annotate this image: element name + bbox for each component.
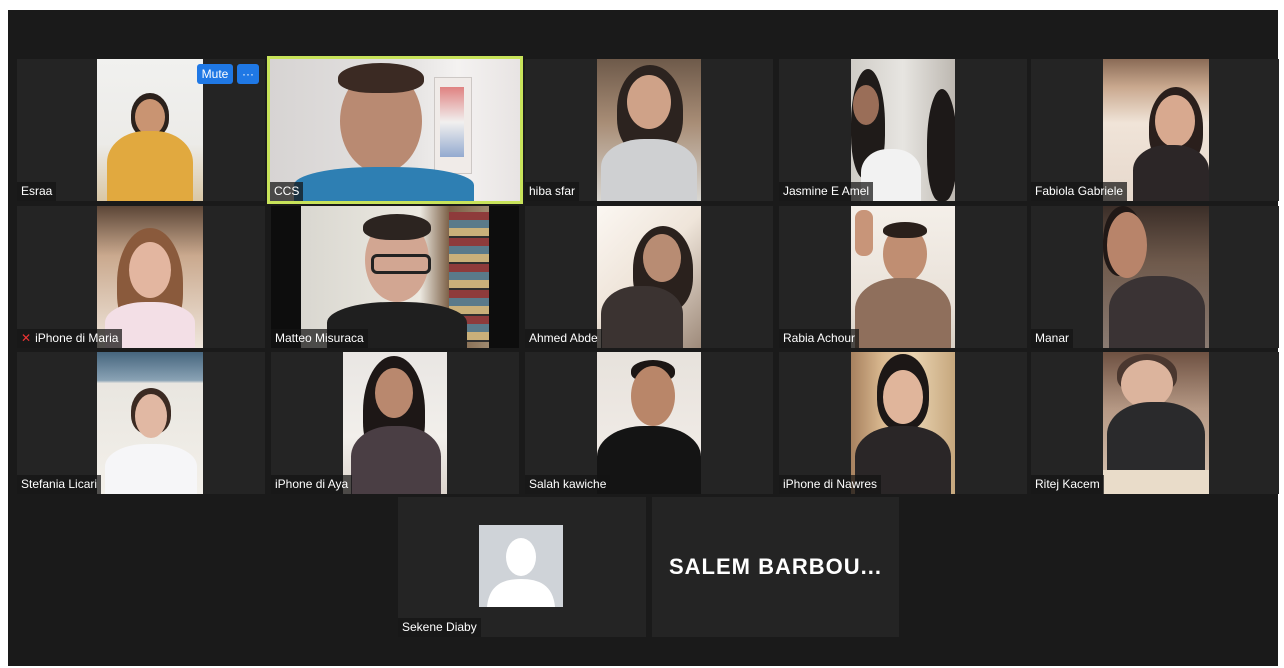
mic-muted-icon: ✕ [21,331,32,345]
participant-video [1103,206,1209,348]
video-tile-fabiola-gabriele[interactable]: Fabiola Gabriele [1031,59,1279,201]
video-tile-ritej-kacem[interactable]: Ritej Kacem [1031,352,1279,494]
participant-video [1103,59,1209,201]
participant-video [270,59,520,201]
participant-video [343,352,447,494]
person-silhouette-icon [479,525,563,607]
participant-video [851,206,955,348]
participant-name: Salah kawiche [525,475,611,494]
video-tile-matteo-misuraca[interactable]: Matteo Misuraca [271,206,519,348]
participant-name: ✕ iPhone di Maria [17,329,123,348]
participant-video [597,352,701,494]
participant-name: Sekene Diaby [398,618,481,637]
participant-video [97,59,203,201]
video-tile-sekene-diaby[interactable]: Sekene Diaby [398,497,646,637]
participant-name: CCS [270,182,304,201]
participant-name: Jasmine E Amel [779,182,874,201]
participant-video [97,206,203,348]
video-tile-manar[interactable]: Manar [1031,206,1279,348]
participant-video [597,206,701,348]
mute-button[interactable]: Mute [197,64,233,84]
participant-display-name: SALEM BARBOU... [669,554,882,579]
participant-name: Rabia Achour [779,329,860,348]
video-tile-jasmine-e-amel[interactable]: Jasmine E Amel [779,59,1027,201]
video-tile-hiba-sfar[interactable]: hiba sfar [525,59,773,201]
video-tile-ccs[interactable]: CCS [267,56,523,204]
video-tile-ahmed-abde[interactable]: Ahmed Abde [525,206,773,348]
gallery-view: Esraa CCS Mute ··· hiba sfar Jasmine E A… [8,10,1279,666]
participant-video [851,59,955,201]
avatar-placeholder [479,525,563,607]
participant-name: Fabiola Gabriele [1031,182,1128,201]
participant-name: iPhone di Aya [271,475,353,494]
participant-video [851,352,955,494]
video-tile-salem-barbou[interactable]: SALEM BARBOU... [652,497,899,637]
participant-name: Ritej Kacem [1031,475,1104,494]
participant-name: Stefania Licari [17,475,102,494]
participant-name: Matteo Misuraca [271,329,368,348]
participant-video [597,59,701,201]
participant-name: Ahmed Abde [525,329,602,348]
participant-name-label: iPhone di Maria [35,331,119,345]
video-tile-stefania-licari[interactable]: Stefania Licari [17,352,265,494]
participant-video [97,352,203,494]
more-options-button[interactable]: ··· [237,64,259,84]
participant-name: hiba sfar [525,182,580,201]
video-tile-iphone-di-aya[interactable]: iPhone di Aya [271,352,519,494]
participant-video [271,206,519,348]
video-tile-iphone-di-maria[interactable]: ✕ iPhone di Maria [17,206,265,348]
video-tile-iphone-di-nawres[interactable]: iPhone di Nawres [779,352,1027,494]
video-tile-rabia-achour[interactable]: Rabia Achour [779,206,1027,348]
participant-name: Manar [1031,329,1074,348]
participant-name: Esraa [17,182,57,201]
participant-video [1103,352,1209,494]
video-tile-salah-kawiche[interactable]: Salah kawiche [525,352,773,494]
participant-name: iPhone di Nawres [779,475,882,494]
